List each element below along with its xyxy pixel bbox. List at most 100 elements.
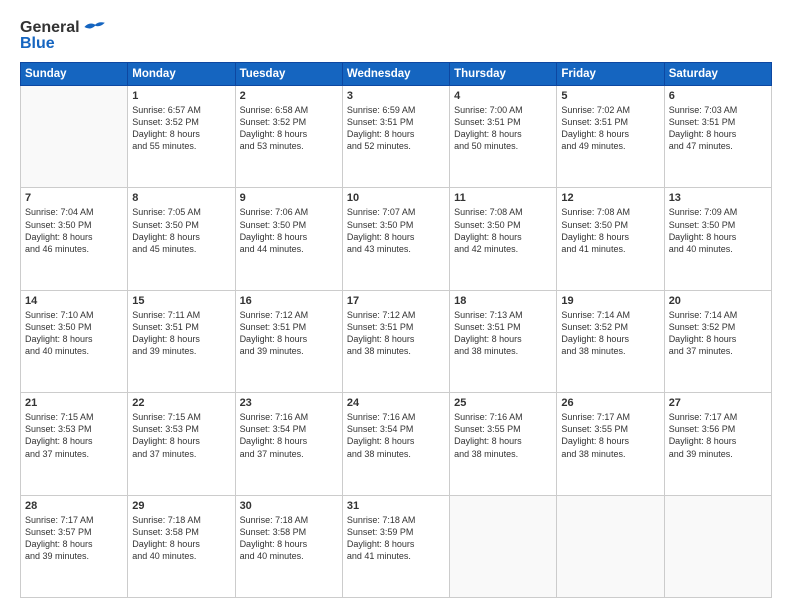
logo-bird-icon bbox=[82, 18, 106, 36]
day-number: 18 bbox=[454, 295, 552, 307]
day-cell: 5 Sunrise: 7:02 AMSunset: 3:51 PMDaylight… bbox=[557, 86, 664, 188]
day-number: 23 bbox=[240, 397, 338, 409]
day-number: 14 bbox=[25, 295, 123, 307]
day-cell: 15 Sunrise: 7:11 AMSunset: 3:51 PMDayligh… bbox=[128, 290, 235, 392]
day-cell: 6Sunrise: 7:03 AMSunset: 3:51 PMDaylight… bbox=[664, 86, 771, 188]
header-row: SundayMondayTuesdayWednesdayThursdayFrid… bbox=[21, 63, 772, 86]
day-info: Sunrise: 6:59 AMSunset: 3:51 PMDaylight:… bbox=[347, 104, 445, 153]
day-number: 15 bbox=[132, 295, 230, 307]
day-info: Sunrise: 7:17 AMSunset: 3:57 PMDaylight:… bbox=[25, 514, 123, 563]
day-number: 11 bbox=[454, 192, 552, 204]
day-cell bbox=[450, 495, 557, 597]
col-header-friday: Friday bbox=[557, 63, 664, 86]
day-cell: 17 Sunrise: 7:12 AMSunset: 3:51 PMDayligh… bbox=[342, 290, 449, 392]
day-cell: 10 Sunrise: 7:07 AMSunset: 3:50 PMDayligh… bbox=[342, 188, 449, 290]
week-row-4: 28 Sunrise: 7:17 AMSunset: 3:57 PMDayligh… bbox=[21, 495, 772, 597]
day-cell: 26Sunrise: 7:17 AMSunset: 3:55 PMDayligh… bbox=[557, 393, 664, 495]
day-number: 28 bbox=[25, 500, 123, 512]
day-info: Sunrise: 7:14 AMSunset: 3:52 PMDaylight:… bbox=[669, 309, 767, 358]
day-info: Sunrise: 6:58 AMSunset: 3:52 PMDaylight:… bbox=[240, 104, 338, 153]
day-number: 4 bbox=[454, 90, 552, 102]
logo-blue-text: Blue bbox=[20, 36, 55, 52]
day-cell: 31 Sunrise: 7:18 AMSunset: 3:59 PMDayligh… bbox=[342, 495, 449, 597]
day-cell: 28 Sunrise: 7:17 AMSunset: 3:57 PMDayligh… bbox=[21, 495, 128, 597]
day-info: Sunrise: 7:13 AMSunset: 3:51 PMDaylight:… bbox=[454, 309, 552, 358]
day-cell: 30Sunrise: 7:18 AMSunset: 3:58 PMDayligh… bbox=[235, 495, 342, 597]
day-info: Sunrise: 7:06 AMSunset: 3:50 PMDaylight:… bbox=[240, 206, 338, 255]
day-cell: 14 Sunrise: 7:10 AMSunset: 3:50 PMDayligh… bbox=[21, 290, 128, 392]
day-number: 29 bbox=[132, 500, 230, 512]
day-info: Sunrise: 7:12 AMSunset: 3:51 PMDaylight:… bbox=[240, 309, 338, 358]
day-info: Sunrise: 7:15 AMSunset: 3:53 PMDaylight:… bbox=[25, 411, 123, 460]
day-info: Sunrise: 7:09 AMSunset: 3:50 PMDaylight:… bbox=[669, 206, 767, 255]
week-row-2: 14 Sunrise: 7:10 AMSunset: 3:50 PMDayligh… bbox=[21, 290, 772, 392]
day-number: 13 bbox=[669, 192, 767, 204]
day-cell: 4 Sunrise: 7:00 AMSunset: 3:51 PMDaylight… bbox=[450, 86, 557, 188]
day-number: 20 bbox=[669, 295, 767, 307]
day-cell: 27 Sunrise: 7:17 AMSunset: 3:56 PMDayligh… bbox=[664, 393, 771, 495]
day-info: Sunrise: 7:16 AMSunset: 3:54 PMDaylight:… bbox=[240, 411, 338, 460]
day-cell bbox=[21, 86, 128, 188]
day-info: Sunrise: 7:17 AMSunset: 3:56 PMDaylight:… bbox=[669, 411, 767, 460]
day-cell: 21 Sunrise: 7:15 AMSunset: 3:53 PMDayligh… bbox=[21, 393, 128, 495]
day-number: 3 bbox=[347, 90, 445, 102]
day-info: Sunrise: 7:18 AMSunset: 3:59 PMDaylight:… bbox=[347, 514, 445, 563]
day-number: 17 bbox=[347, 295, 445, 307]
col-header-saturday: Saturday bbox=[664, 63, 771, 86]
day-cell: 8 Sunrise: 7:05 AMSunset: 3:50 PMDaylight… bbox=[128, 188, 235, 290]
day-cell: 12 Sunrise: 7:08 AMSunset: 3:50 PMDayligh… bbox=[557, 188, 664, 290]
header: General Blue bbox=[20, 18, 772, 52]
day-info: Sunrise: 7:15 AMSunset: 3:53 PMDaylight:… bbox=[132, 411, 230, 460]
col-header-sunday: Sunday bbox=[21, 63, 128, 86]
day-cell bbox=[664, 495, 771, 597]
day-number: 25 bbox=[454, 397, 552, 409]
day-cell: 1 Sunrise: 6:57 AMSunset: 3:52 PMDaylight… bbox=[128, 86, 235, 188]
day-info: Sunrise: 7:10 AMSunset: 3:50 PMDaylight:… bbox=[25, 309, 123, 358]
day-number: 8 bbox=[132, 192, 230, 204]
day-info: Sunrise: 6:57 AMSunset: 3:52 PMDaylight:… bbox=[132, 104, 230, 153]
day-info: Sunrise: 7:04 AMSunset: 3:50 PMDaylight:… bbox=[25, 206, 123, 255]
day-cell: 24Sunrise: 7:16 AMSunset: 3:54 PMDayligh… bbox=[342, 393, 449, 495]
day-info: Sunrise: 7:16 AMSunset: 3:54 PMDaylight:… bbox=[347, 411, 445, 460]
day-info: Sunrise: 7:11 AMSunset: 3:51 PMDaylight:… bbox=[132, 309, 230, 358]
day-cell bbox=[557, 495, 664, 597]
col-header-wednesday: Wednesday bbox=[342, 63, 449, 86]
day-cell: 18 Sunrise: 7:13 AMSunset: 3:51 PMDayligh… bbox=[450, 290, 557, 392]
day-number: 12 bbox=[561, 192, 659, 204]
col-header-thursday: Thursday bbox=[450, 63, 557, 86]
day-number: 27 bbox=[669, 397, 767, 409]
day-cell: 25 Sunrise: 7:16 AMSunset: 3:55 PMDayligh… bbox=[450, 393, 557, 495]
day-info: Sunrise: 7:00 AMSunset: 3:51 PMDaylight:… bbox=[454, 104, 552, 153]
day-number: 9 bbox=[240, 192, 338, 204]
day-cell: 23 Sunrise: 7:16 AMSunset: 3:54 PMDayligh… bbox=[235, 393, 342, 495]
day-number: 16 bbox=[240, 295, 338, 307]
day-info: Sunrise: 7:08 AMSunset: 3:50 PMDaylight:… bbox=[561, 206, 659, 255]
day-info: Sunrise: 7:07 AMSunset: 3:50 PMDaylight:… bbox=[347, 206, 445, 255]
week-row-3: 21 Sunrise: 7:15 AMSunset: 3:53 PMDayligh… bbox=[21, 393, 772, 495]
day-number: 10 bbox=[347, 192, 445, 204]
col-header-tuesday: Tuesday bbox=[235, 63, 342, 86]
day-number: 2 bbox=[240, 90, 338, 102]
day-cell: 7Sunrise: 7:04 AMSunset: 3:50 PMDaylight… bbox=[21, 188, 128, 290]
day-number: 22 bbox=[132, 397, 230, 409]
day-cell: 20 Sunrise: 7:14 AMSunset: 3:52 PMDayligh… bbox=[664, 290, 771, 392]
day-cell: 13 Sunrise: 7:09 AMSunset: 3:50 PMDayligh… bbox=[664, 188, 771, 290]
day-cell: 11 Sunrise: 7:08 AMSunset: 3:50 PMDayligh… bbox=[450, 188, 557, 290]
day-cell: 19Sunrise: 7:14 AMSunset: 3:52 PMDayligh… bbox=[557, 290, 664, 392]
day-number: 31 bbox=[347, 500, 445, 512]
day-number: 6 bbox=[669, 90, 767, 102]
day-number: 21 bbox=[25, 397, 123, 409]
day-info: Sunrise: 7:12 AMSunset: 3:51 PMDaylight:… bbox=[347, 309, 445, 358]
day-info: Sunrise: 7:08 AMSunset: 3:50 PMDaylight:… bbox=[454, 206, 552, 255]
day-number: 5 bbox=[561, 90, 659, 102]
day-info: Sunrise: 7:05 AMSunset: 3:50 PMDaylight:… bbox=[132, 206, 230, 255]
day-info: Sunrise: 7:18 AMSunset: 3:58 PMDaylight:… bbox=[240, 514, 338, 563]
day-info: Sunrise: 7:17 AMSunset: 3:55 PMDaylight:… bbox=[561, 411, 659, 460]
day-info: Sunrise: 7:18 AMSunset: 3:58 PMDaylight:… bbox=[132, 514, 230, 563]
day-info: Sunrise: 7:14 AMSunset: 3:52 PMDaylight:… bbox=[561, 309, 659, 358]
day-cell: 2 Sunrise: 6:58 AMSunset: 3:52 PMDaylight… bbox=[235, 86, 342, 188]
day-info: Sunrise: 7:16 AMSunset: 3:55 PMDaylight:… bbox=[454, 411, 552, 460]
day-number: 1 bbox=[132, 90, 230, 102]
day-info: Sunrise: 7:02 AMSunset: 3:51 PMDaylight:… bbox=[561, 104, 659, 153]
day-cell: 16 Sunrise: 7:12 AMSunset: 3:51 PMDayligh… bbox=[235, 290, 342, 392]
